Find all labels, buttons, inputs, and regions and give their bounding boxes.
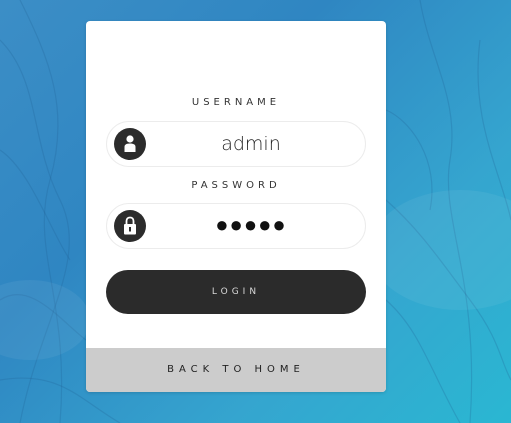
password-label: PASSWORD <box>191 180 281 191</box>
username-field[interactable]: admin <box>106 121 366 167</box>
username-label: USERNAME <box>191 97 281 108</box>
lock-icon <box>114 210 146 242</box>
back-to-home-button[interactable]: BACK TO HOME <box>86 348 386 392</box>
user-icon <box>114 128 146 160</box>
login-button[interactable]: LOGIN <box>106 270 366 314</box>
username-input[interactable]: admin <box>147 122 355 166</box>
password-field[interactable]: ●●●●● <box>106 203 366 249</box>
login-card: USERNAME admin PASSWORD ●●●●● LOGIN BACK… <box>86 21 386 392</box>
password-input[interactable]: ●●●●● <box>147 204 355 248</box>
